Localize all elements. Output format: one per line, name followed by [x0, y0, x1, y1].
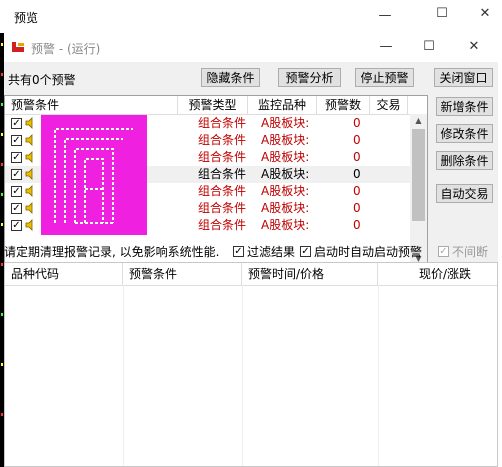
alert-row-type: 组合条件	[198, 218, 247, 232]
speaker-icon	[25, 168, 35, 180]
alert-row-count: 0	[353, 116, 361, 130]
alert-row-type: 组合条件	[198, 167, 247, 181]
alert-table: 预警条件 预警类型 监控品种 预警数 交易 ✓ 组合条件 A股板块: 0 ✓ 组合条件 A股…	[4, 95, 428, 267]
auto-start-checkbox[interactable]: ✓	[300, 246, 311, 257]
no-interrupt-label: 不间断	[452, 245, 489, 259]
record-col-divider	[378, 285, 379, 466]
alert-row-product: A股板块:	[261, 184, 310, 198]
outer-maximize-button[interactable]: ☐	[428, 0, 456, 28]
alert-row-count: 0	[353, 150, 361, 164]
alert-record-table: 品种代码 预警条件 预警时间/价格 现价/涨跌	[4, 262, 498, 467]
cleanup-notice: 请定期清理报警记录, 以免影响系统性能.	[4, 245, 220, 259]
inner-close-button[interactable]: ✕	[460, 33, 488, 61]
alert-row-product: A股板块:	[261, 116, 310, 130]
col-alert-time-price[interactable]: 预警时间/价格	[242, 263, 378, 285]
inner-maximize-button[interactable]: ☐	[415, 33, 443, 61]
overlay-logo-image	[41, 115, 147, 235]
speaker-icon	[25, 151, 35, 163]
app-logo-icon	[10, 39, 26, 55]
auto-start-label: 启动时自动启动预警	[314, 245, 423, 259]
col-alert-count[interactable]: 预警数	[317, 96, 370, 114]
outer-close-button[interactable]: ✕	[471, 0, 499, 28]
alert-row-product: A股板块:	[261, 133, 310, 147]
inner-window-title: 预警 - (运行)	[31, 42, 101, 56]
alert-row-checkbox[interactable]: ✓	[11, 135, 22, 146]
auto-trade-button[interactable]: 自动交易	[436, 184, 493, 203]
speaker-icon	[25, 117, 35, 129]
alert-row-count: 0	[353, 133, 361, 147]
col-record-condition[interactable]: 预警条件	[123, 263, 242, 285]
inner-minimize-button[interactable]: —	[372, 33, 400, 61]
speaker-icon	[25, 134, 35, 146]
scroll-up-arrow-icon[interactable]: ▲	[410, 114, 427, 128]
alert-row-checkbox[interactable]: ✓	[11, 169, 22, 180]
col-trade[interactable]: 交易	[370, 96, 408, 114]
alert-row-type: 组合条件	[198, 150, 247, 164]
col-current-price-change[interactable]: 现价/涨跌	[378, 263, 497, 285]
edit-condition-button[interactable]: 修改条件	[436, 124, 493, 143]
add-condition-button[interactable]: 新增条件	[436, 97, 493, 116]
alert-row-type: 组合条件	[198, 116, 247, 130]
filter-results-checkbox[interactable]: ✓	[233, 246, 244, 257]
col-product-code[interactable]: 品种代码	[5, 263, 123, 285]
scroll-thumb[interactable]	[412, 129, 425, 221]
alert-analysis-button[interactable]: 预警分析	[278, 68, 341, 87]
alert-row-count: 0	[353, 218, 361, 232]
alert-row-checkbox[interactable]: ✓	[11, 186, 22, 197]
speaker-icon	[25, 185, 35, 197]
delete-condition-button[interactable]: 删除条件	[436, 151, 493, 170]
inner-title-bar: 预警 - (运行) — ☐ ✕	[4, 33, 498, 62]
no-interrupt-checkbox[interactable]: ✓	[438, 246, 449, 257]
alert-row-checkbox[interactable]: ✓	[11, 203, 22, 214]
alert-row-product: A股板块:	[261, 201, 310, 215]
speaker-icon	[25, 202, 35, 214]
record-col-divider	[123, 285, 124, 466]
stop-alert-button[interactable]: 停止预警	[355, 68, 414, 87]
alert-row-count: 0	[353, 201, 361, 215]
alert-row-checkbox[interactable]: ✓	[11, 152, 22, 163]
close-window-button[interactable]: 关闭窗口	[434, 68, 493, 87]
alert-row-checkbox[interactable]: ✓	[11, 220, 22, 231]
record-col-divider	[242, 285, 243, 466]
outer-window-title: 预览	[14, 11, 39, 25]
col-monitor-product[interactable]: 监控品种	[248, 96, 317, 114]
alert-row-product: A股板块:	[261, 218, 310, 232]
alert-row-type: 组合条件	[198, 184, 247, 198]
hide-conditions-button[interactable]: 隐藏条件	[201, 68, 260, 87]
alert-row-type: 组合条件	[198, 201, 247, 215]
inner-window: 预警 - (运行) — ☐ ✕ 共有0个预警 隐藏条件 预警分析 停止预警 关闭…	[4, 33, 498, 467]
alert-row-type: 组合条件	[198, 133, 247, 147]
alert-row-count: 0	[353, 184, 361, 198]
outer-title-bar: 预览 — ☐ ✕	[0, 0, 502, 33]
speaker-icon	[25, 219, 35, 231]
record-table-header: 品种代码 预警条件 预警时间/价格 现价/涨跌	[5, 263, 497, 286]
alert-row-count: 0	[353, 167, 361, 181]
alert-table-header: 预警条件 预警类型 监控品种 预警数 交易	[5, 96, 427, 115]
col-alert-type[interactable]: 预警类型	[178, 96, 248, 114]
col-alert-condition[interactable]: 预警条件	[5, 96, 178, 114]
filter-results-label: 过滤结果	[247, 245, 296, 259]
outer-minimize-button[interactable]: —	[371, 2, 399, 30]
alert-count-label: 共有0个预警	[8, 73, 76, 87]
alert-row-product: A股板块:	[261, 150, 310, 164]
alert-row-checkbox[interactable]: ✓	[11, 118, 22, 129]
alert-row-product: A股板块:	[261, 167, 310, 181]
